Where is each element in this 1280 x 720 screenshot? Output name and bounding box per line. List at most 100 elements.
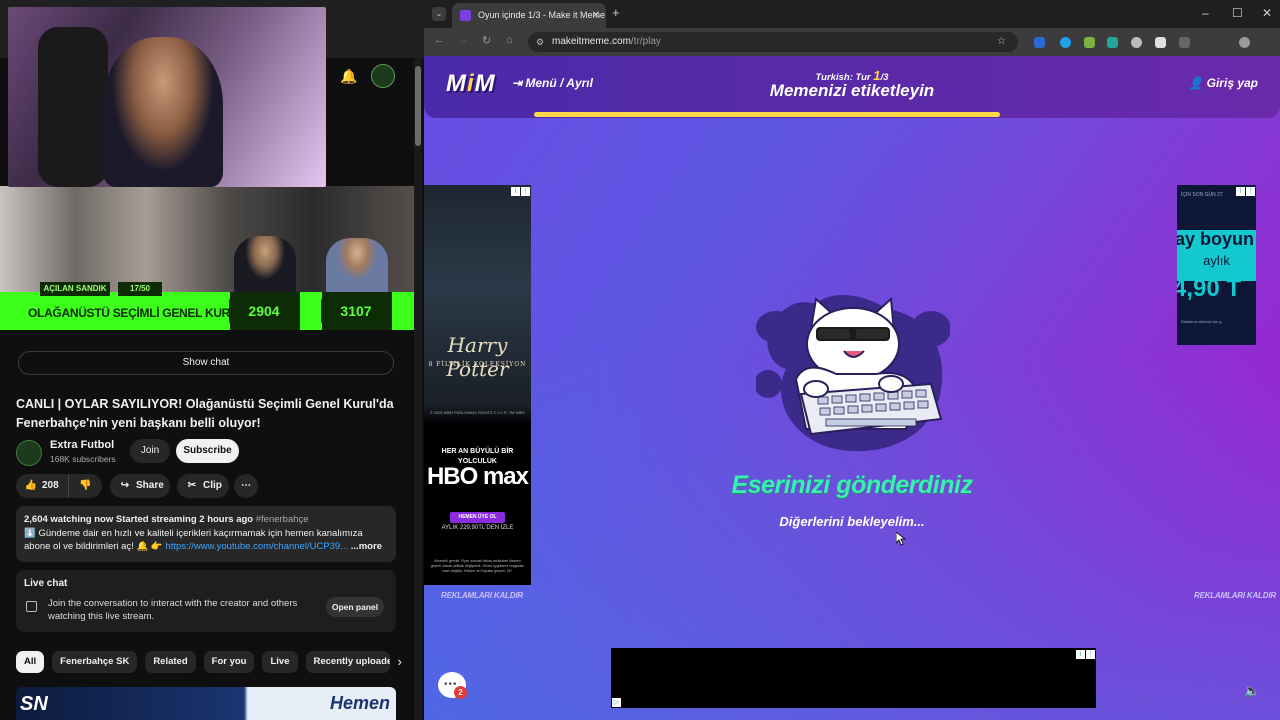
bookmark-star-icon[interactable]: ☆ (997, 32, 1006, 52)
ad-info-icon-right[interactable]: i (1236, 187, 1245, 196)
close-window-icon[interactable]: ✕ (1262, 6, 1272, 20)
description-more[interactable]: ...more (351, 541, 382, 552)
account-avatar[interactable] (371, 64, 396, 88)
share-label: Share (136, 480, 164, 491)
right-ad-line1: İÇİN SON GÜN 27 (1181, 192, 1223, 198)
submitted-message: Eserinizi gönderdiniz (731, 471, 973, 499)
bottom-ad-banner[interactable]: i ⋮ ▷ (611, 648, 1096, 708)
streamer-figure (103, 37, 223, 187)
home-icon[interactable]: ⌂ (506, 34, 513, 46)
right-ad-line5: Reklamın üstünü için g (1181, 319, 1222, 324)
ad-copyright: © 2025 WBEI PUBLISHING RIGHTS © J.K.R. T… (430, 411, 525, 415)
channel-name[interactable]: Extra Futbol (50, 439, 114, 451)
forward-icon[interactable]: → (458, 34, 469, 46)
extension-icon-6[interactable] (1155, 37, 1166, 48)
url-host: makeitmeme.com (552, 36, 631, 47)
right-ad-line3: aylık (1203, 253, 1230, 268)
maximize-icon[interactable]: ☐ (1232, 6, 1243, 20)
extension-icon-2[interactable] (1060, 37, 1071, 48)
extensions-puzzle-icon[interactable] (1179, 37, 1190, 48)
remove-ads-link-right[interactable]: REKLAMLARI KALDIR (1194, 591, 1276, 600)
video-person-1 (234, 236, 296, 296)
ad-close-icon-bottom[interactable]: ⋮ (1086, 650, 1095, 659)
description-link[interactable]: https://www.youtube.com/channel/UCP39... (165, 541, 348, 552)
chat-unread-badge: 2 (454, 686, 467, 699)
extension-icon-5[interactable] (1131, 37, 1142, 48)
clip-label: Clip (203, 480, 222, 491)
channel-avatar[interactable] (16, 440, 42, 466)
youtube-scrollbar[interactable] (414, 58, 422, 720)
ad-movie-subtitle: 8 FİLMLİK KOLEKSİYON (428, 361, 527, 368)
open-panel-button[interactable]: Open panel (326, 597, 384, 617)
site-info-icon[interactable]: ⚙ (536, 32, 544, 52)
dislike-button[interactable]: 👎 (68, 474, 102, 498)
profile-avatar[interactable] (1239, 37, 1250, 48)
thumbs-down-icon: 👎 (79, 480, 92, 491)
thumbnail-logo: SN (20, 693, 48, 715)
description-stats: 2,604 watching now Started streaming 2 h… (24, 514, 254, 525)
chip-all[interactable]: All (16, 651, 45, 673)
like-button[interactable]: 👍 208 (16, 474, 76, 498)
ad-close-icon[interactable]: ⋮ (521, 187, 530, 196)
user-icon: 👤 (1188, 76, 1207, 90)
game-header: MiM ⇥ Menü / Ayrıl Turkish: Tur 1/3 Meme… (424, 56, 1280, 118)
chip-fenerbahce[interactable]: Fenerbahçe SK (52, 651, 138, 673)
live-chat-panel: Live chat Join the conversation to inter… (16, 570, 396, 632)
thumbnail-text: Hemen (330, 693, 391, 713)
chip-live[interactable]: Live (262, 651, 298, 673)
chat-button[interactable]: ••• 2 (438, 672, 467, 699)
right-ad-line4: 4,90 T (1177, 275, 1242, 302)
overlay-vote-count-1: 2904 (229, 298, 299, 324)
more-actions-button[interactable]: ⋯ (234, 474, 258, 498)
chip-for-you[interactable]: For you (203, 651, 255, 673)
ad-close-icon-right[interactable]: ⋮ (1246, 187, 1255, 196)
extension-icon-3[interactable] (1084, 37, 1095, 48)
extension-icon-4[interactable] (1107, 37, 1118, 48)
share-button[interactable]: ↪ Share (110, 474, 170, 498)
tab-make-it-meme[interactable]: Oyun içinde 1/3 - Make it Meme ✕ (452, 3, 606, 28)
next-video-thumbnail[interactable]: SN Hemen (16, 687, 396, 720)
share-icon: ↪ (120, 480, 130, 491)
description-hashtag[interactable]: #fenerbahçe (256, 514, 309, 525)
join-button[interactable]: Join (130, 439, 170, 463)
recommendation-chips: All Fenerbahçe SK Related For you Live R… (16, 651, 402, 675)
overlay-tag-opened-box: AÇILAN SANDIK (40, 282, 110, 296)
ad-movie-title: Harry Potter (446, 333, 509, 381)
tab-search-icon[interactable]: ⌄ (432, 7, 446, 21)
minimize-icon[interactable]: – (1202, 6, 1209, 20)
clip-button[interactable]: ✂ Clip (177, 474, 229, 498)
new-tab-icon[interactable]: + (612, 5, 620, 20)
gaming-chair (38, 27, 108, 187)
makeitmeme-favicon (460, 10, 471, 21)
back-icon[interactable]: ← (434, 34, 445, 46)
video-person-2 (326, 238, 388, 296)
chevron-right-icon[interactable]: › (398, 651, 402, 675)
login-button[interactable]: 👤 Giriş yap (1188, 76, 1258, 90)
right-ad-line2: ay boyun (1177, 229, 1255, 249)
reload-icon[interactable]: ↻ (482, 34, 491, 47)
subscribe-button[interactable]: Subscribe (176, 439, 239, 463)
ad-choices-icon[interactable]: ▷ (612, 698, 621, 707)
remove-ads-link-left[interactable]: REKLAMLARI KALDIR (441, 591, 523, 600)
address-bar[interactable]: ⚙ makeitmeme.com/tr/play ☆ (528, 32, 1018, 52)
notifications-icon[interactable]: 🔔 (340, 68, 357, 85)
chip-related[interactable]: Related (145, 651, 196, 673)
mute-speaker-icon[interactable]: 🔈 (1244, 683, 1260, 699)
video-description[interactable]: 2,604 watching now Started streaming 2 h… (16, 506, 396, 562)
chip-recently-uploaded[interactable]: Recently uploaded (305, 651, 390, 673)
tab-bar: ⌄ Oyun içinde 1/3 - Make it Meme ✕ + – ☐… (424, 0, 1280, 28)
show-chat-button[interactable]: Show chat (18, 351, 394, 375)
ad-info-icon[interactable]: i (511, 187, 520, 196)
ad-fine-print: Abonelik gerekir. Fiyat, sonraki fatura … (430, 559, 525, 573)
overlay-title: OLAĞANÜSTÜ SEÇİMLİ GENEL KURUL (28, 306, 246, 320)
ad-info-icon-bottom[interactable]: i (1076, 650, 1085, 659)
video-player[interactable]: AÇILAN SANDIK 17/50 OLAĞANÜSTÜ SEÇİMLİ G… (0, 186, 416, 330)
game-browser-window: ⌄ Oyun içinde 1/3 - Make it Meme ✕ + – ☐… (424, 0, 1280, 720)
live-chat-title: Live chat (24, 578, 68, 589)
right-ad-banner[interactable]: i ⋮ İÇİN SON GÜN 27 ay boyun aylık 4,90 … (1177, 185, 1256, 345)
extension-icon-1[interactable] (1034, 37, 1045, 48)
close-tab-icon[interactable]: ✕ (592, 3, 600, 28)
round-title: Memenizi etiketleyin (769, 81, 935, 100)
typing-cat-illustration (756, 294, 950, 452)
game-page: MiM ⇥ Menü / Ayrıl Turkish: Tur 1/3 Meme… (424, 56, 1280, 720)
